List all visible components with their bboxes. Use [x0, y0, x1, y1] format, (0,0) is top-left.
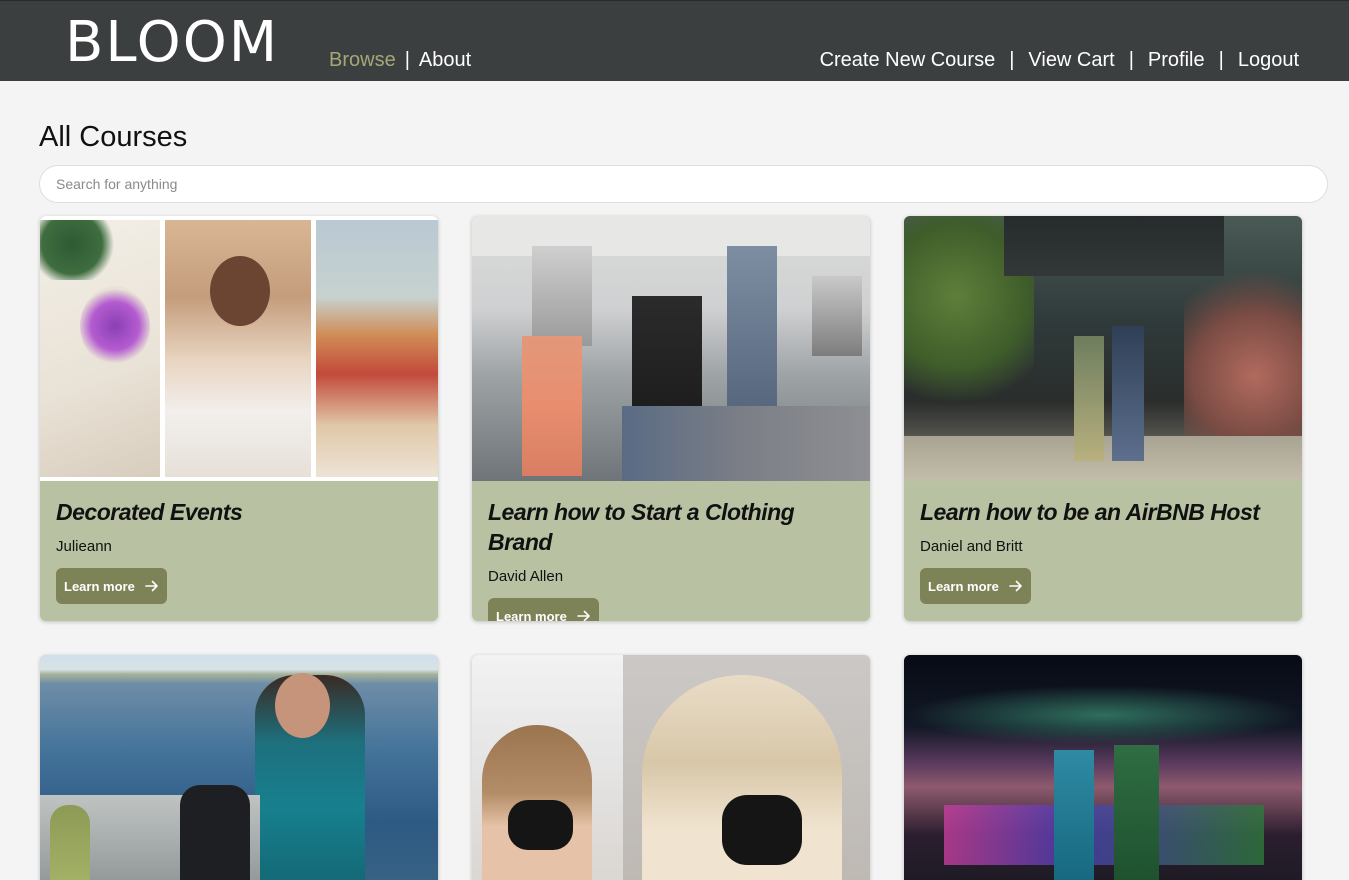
course-author: David Allen — [488, 568, 564, 585]
page-title: All Courses — [39, 121, 188, 153]
course-card — [40, 655, 438, 880]
nav-separator: | — [1128, 49, 1134, 71]
arrow-right-icon — [577, 610, 590, 621]
nav-separator: | — [1009, 49, 1015, 71]
top-nav-bar: BLOOM Browse | About Create New Course |… — [0, 0, 1349, 81]
course-image[interactable] — [472, 216, 870, 481]
course-card: Learn how to be an AirBNB Host Daniel an… — [904, 216, 1302, 621]
learn-more-button[interactable]: Learn more — [56, 568, 167, 604]
bloom-logo[interactable]: BLOOM — [65, 13, 279, 73]
course-image[interactable] — [472, 655, 870, 880]
nav-browse-link[interactable]: Browse — [329, 47, 396, 73]
nav-logout-link[interactable]: Logout — [1238, 47, 1299, 73]
course-card-body: Learn how to Start a Clothing Brand Davi… — [472, 481, 870, 621]
course-card-body: Decorated Events Julieann Learn more — [40, 481, 438, 621]
course-card — [904, 655, 1302, 880]
nav-separator: | — [1218, 49, 1224, 71]
course-card: Decorated Events Julieann Learn more — [40, 216, 438, 621]
course-author: Julieann — [56, 538, 112, 555]
arrow-right-icon — [1009, 580, 1022, 592]
learn-more-label: Learn more — [496, 608, 567, 622]
nav-left: Browse | About — [329, 47, 471, 73]
search-input[interactable] — [39, 165, 1328, 203]
course-image[interactable] — [904, 655, 1302, 880]
course-image[interactable] — [40, 655, 438, 880]
course-card-body: Learn how to be an AirBNB Host Daniel an… — [904, 481, 1302, 621]
learn-more-button[interactable]: Learn more — [488, 598, 599, 621]
course-card — [472, 655, 870, 880]
course-card: Learn how to Start a Clothing Brand Davi… — [472, 216, 870, 621]
nav-separator: | — [404, 49, 410, 71]
course-image[interactable] — [40, 216, 438, 481]
nav-create-course-link[interactable]: Create New Course — [820, 47, 996, 73]
course-title[interactable]: Learn how to be an AirBNB Host — [920, 497, 1286, 527]
course-title[interactable]: Learn how to Start a Clothing Brand — [488, 497, 854, 557]
learn-more-label: Learn more — [928, 578, 999, 594]
learn-more-label: Learn more — [64, 578, 135, 594]
course-image[interactable] — [904, 216, 1302, 481]
learn-more-button[interactable]: Learn more — [920, 568, 1031, 604]
nav-right: Create New Course | View Cart | Profile … — [820, 47, 1299, 73]
nav-about-link[interactable]: About — [419, 47, 471, 73]
nav-view-cart-link[interactable]: View Cart — [1028, 47, 1114, 73]
arrow-right-icon — [145, 580, 158, 592]
course-title[interactable]: Decorated Events — [56, 497, 422, 527]
course-author: Daniel and Britt — [920, 538, 1023, 555]
nav-profile-link[interactable]: Profile — [1148, 47, 1205, 73]
